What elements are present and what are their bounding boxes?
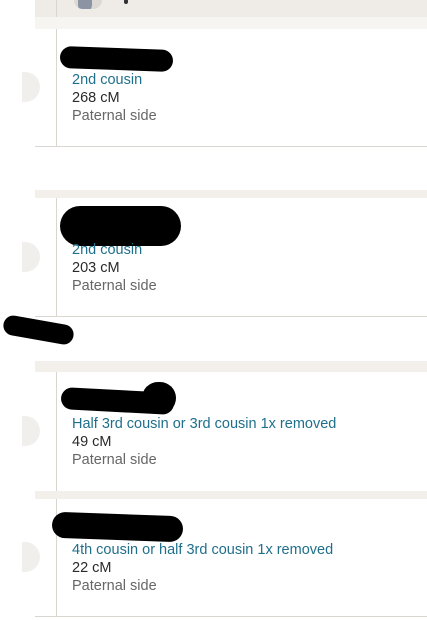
match-photo[interactable] <box>22 542 40 572</box>
card-divider <box>56 198 57 316</box>
top-partial-text <box>124 0 128 4</box>
parental-side: Paternal side <box>72 578 157 594</box>
card-bottom-border <box>35 616 427 617</box>
parental-side: Paternal side <box>72 108 157 124</box>
card-bottom-border <box>35 316 427 317</box>
match-photo[interactable] <box>22 416 40 446</box>
redacted-name <box>142 382 176 414</box>
redaction-mark <box>1 313 76 347</box>
separator <box>35 17 427 29</box>
shared-dna: 268 cM <box>72 90 120 106</box>
relationship-link[interactable]: 4th cousin or half 3rd cousin 1x removed <box>72 541 333 559</box>
separator <box>35 190 427 198</box>
parental-side: Paternal side <box>72 452 157 468</box>
redacted-name <box>59 46 174 72</box>
redacted-name <box>60 206 181 246</box>
shared-dna: 49 cM <box>72 434 112 450</box>
separator <box>35 491 427 499</box>
shared-dna: 203 cM <box>72 260 120 276</box>
relationship-link[interactable]: Half 3rd cousin or 3rd cousin 1x removed <box>72 415 336 433</box>
shared-dna: 22 cM <box>72 560 112 576</box>
relationship-link[interactable]: 2nd cousin <box>72 71 157 89</box>
separator <box>35 361 427 372</box>
relationship-link[interactable]: 2nd cousin <box>72 241 157 259</box>
match-photo[interactable] <box>22 242 40 272</box>
card-divider <box>56 372 57 491</box>
card-bottom-border <box>35 146 427 147</box>
match-photo[interactable] <box>22 72 40 102</box>
parental-side: Paternal side <box>72 278 157 294</box>
top-divider <box>56 0 57 17</box>
card-divider <box>56 29 57 146</box>
redacted-name <box>51 511 184 543</box>
